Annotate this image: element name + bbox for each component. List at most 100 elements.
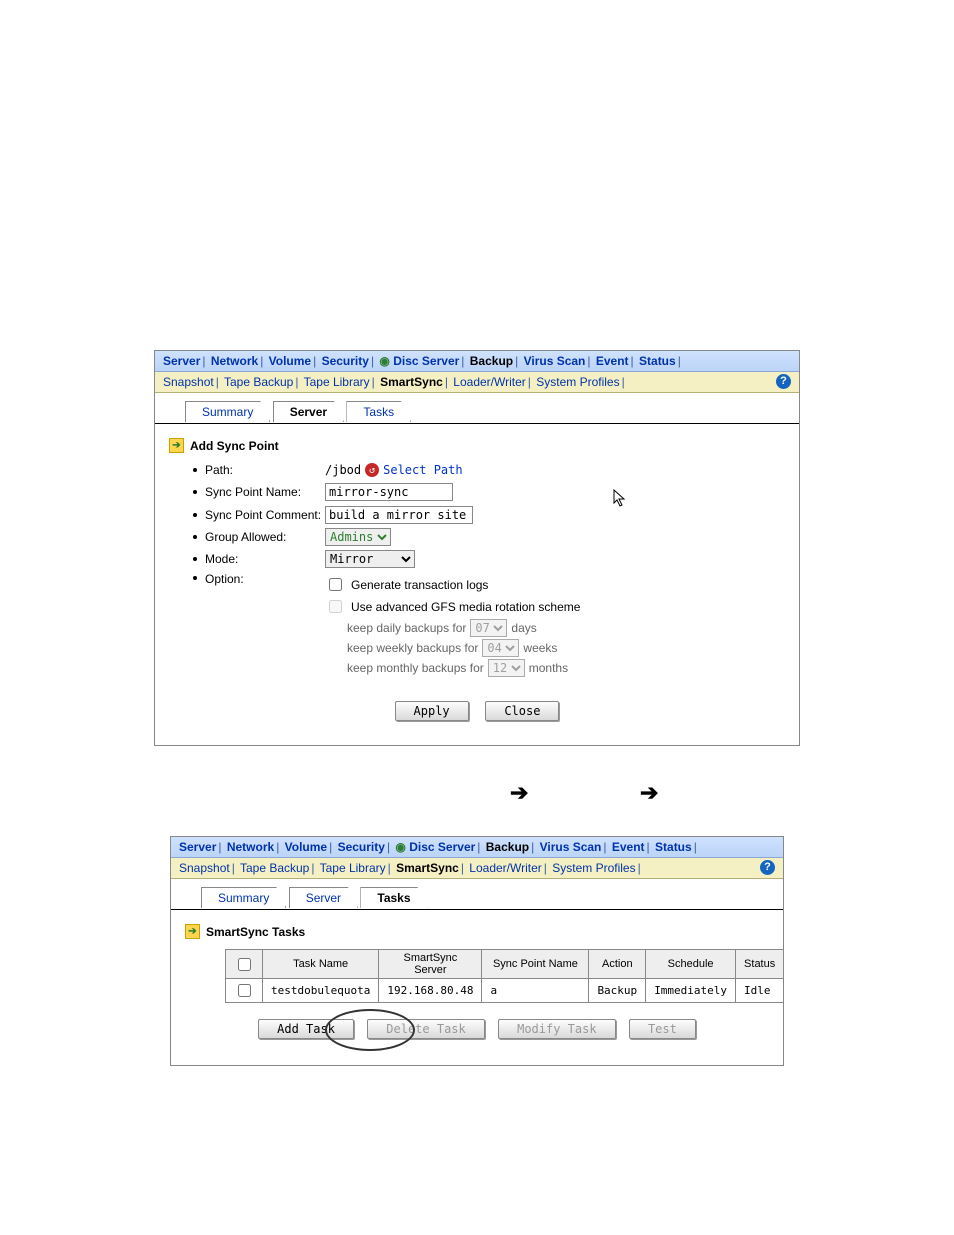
nav-virusscan[interactable]: Virus Scan — [524, 354, 586, 368]
col-action: Action — [589, 950, 646, 979]
main-nav: Server| Network| Volume| Security| ◉ Dis… — [171, 837, 783, 858]
nav-status[interactable]: Status — [655, 840, 692, 854]
col-status: Status — [736, 950, 784, 979]
tasks-table: Task Name SmartSync Server Sync Point Na… — [225, 949, 784, 1003]
subnav-systemprofiles[interactable]: System Profiles — [552, 861, 635, 875]
subnav-smartsync[interactable]: SmartSync — [396, 861, 459, 875]
tab-row: Summary Server Tasks — [155, 393, 799, 424]
nav-backup[interactable]: Backup — [486, 840, 529, 854]
nav-event[interactable]: Event — [596, 354, 629, 368]
nav-volume[interactable]: Volume — [285, 840, 327, 854]
nav-discserver[interactable]: Disc Server — [409, 840, 475, 854]
cell-schedule: Immediately — [646, 979, 736, 1003]
nav-volume[interactable]: Volume — [269, 354, 311, 368]
sub-nav: Snapshot| Tape Backup| Tape Library| Sma… — [171, 858, 783, 879]
sub-nav: Snapshot| Tape Backup| Tape Library| Sma… — [155, 372, 799, 393]
path-value: /jbod — [325, 463, 361, 477]
tab-server[interactable]: Server — [289, 887, 358, 908]
tab-server[interactable]: Server — [273, 401, 344, 422]
tab-row: Summary Server Tasks — [171, 879, 783, 910]
keep-monthly-select[interactable]: 12 — [488, 659, 525, 677]
syncpointname-label: Sync Point Name: — [205, 485, 325, 499]
subnav-tapebackup[interactable]: Tape Backup — [240, 861, 309, 875]
delete-task-button[interactable]: Delete Task — [367, 1019, 484, 1039]
tab-summary[interactable]: Summary — [201, 887, 286, 908]
col-server: SmartSync Server — [379, 950, 482, 979]
section-title: ➔ Add Sync Point — [169, 438, 785, 453]
test-button[interactable]: Test — [629, 1019, 696, 1039]
gfs-label: Use advanced GFS media rotation scheme — [351, 600, 580, 614]
subnav-loaderwriter[interactable]: Loader/Writer — [453, 375, 525, 389]
nav-backup[interactable]: Backup — [470, 354, 513, 368]
help-icon[interactable]: ? — [760, 860, 775, 875]
table-row[interactable]: testdobulequota 192.168.80.48 a Backup I… — [226, 979, 784, 1003]
subnav-tapebackup[interactable]: Tape Backup — [224, 375, 293, 389]
subnav-systemprofiles[interactable]: System Profiles — [536, 375, 619, 389]
arrow-icon: ➔ — [640, 780, 658, 806]
screenshot-smartsync-tasks: Server| Network| Volume| Security| ◉ Dis… — [170, 836, 784, 1066]
comment-input[interactable] — [325, 506, 473, 524]
keep-weekly-label: keep weekly backups for — [347, 641, 478, 655]
cell-syncpoint: a — [482, 979, 589, 1003]
row-checkbox[interactable] — [238, 984, 251, 997]
subnav-smartsync[interactable]: SmartSync — [380, 375, 443, 389]
nav-network[interactable]: Network — [227, 840, 274, 854]
subnav-tapelibrary[interactable]: Tape Library — [304, 375, 370, 389]
mode-label: Mode: — [205, 552, 325, 566]
cursor-icon — [613, 489, 627, 510]
keep-monthly-label: keep monthly backups for — [347, 661, 484, 675]
arrow-icon: ➔ — [510, 780, 528, 806]
add-task-button[interactable]: Add Task — [258, 1019, 354, 1039]
nav-virusscan[interactable]: Virus Scan — [540, 840, 602, 854]
syncpointname-input[interactable] — [325, 483, 453, 501]
select-path-link[interactable]: Select Path — [383, 463, 462, 477]
cell-taskname: testdobulequota — [263, 979, 379, 1003]
disc-icon: ◉ — [395, 840, 405, 854]
tab-tasks[interactable]: Tasks — [346, 401, 411, 422]
arrow-icon: ➔ — [169, 438, 184, 453]
cell-action: Backup — [589, 979, 646, 1003]
keep-daily-label: keep daily backups for — [347, 621, 466, 635]
group-label: Group Allowed: — [205, 530, 325, 544]
subnav-tapelibrary[interactable]: Tape Library — [320, 861, 386, 875]
keep-daily-select[interactable]: 07 — [470, 619, 507, 637]
main-nav: Server| Network| Volume| Security| ◉ Dis… — [155, 351, 799, 372]
tab-tasks[interactable]: Tasks — [360, 887, 427, 908]
col-taskname: Task Name — [263, 950, 379, 979]
nav-discserver[interactable]: Disc Server — [393, 354, 459, 368]
gen-logs-checkbox[interactable] — [329, 578, 342, 591]
mode-select[interactable]: Mirror — [325, 550, 415, 568]
keep-weekly-select[interactable]: 04 — [482, 639, 519, 657]
help-icon[interactable]: ? — [776, 374, 791, 389]
subnav-loaderwriter[interactable]: Loader/Writer — [469, 861, 541, 875]
nav-event[interactable]: Event — [612, 840, 645, 854]
subnav-snapshot[interactable]: Snapshot — [163, 375, 214, 389]
select-path-icon[interactable]: ↺ — [365, 463, 379, 477]
close-button[interactable]: Close — [485, 701, 559, 721]
nav-security[interactable]: Security — [322, 354, 369, 368]
subnav-snapshot[interactable]: Snapshot — [179, 861, 230, 875]
nav-server[interactable]: Server — [163, 354, 200, 368]
nav-server[interactable]: Server — [179, 840, 216, 854]
cell-server: 192.168.80.48 — [379, 979, 482, 1003]
path-label: Path: — [205, 463, 325, 477]
col-syncpoint: Sync Point Name — [482, 950, 589, 979]
nav-network[interactable]: Network — [211, 354, 258, 368]
nav-status[interactable]: Status — [639, 354, 676, 368]
tab-summary[interactable]: Summary — [185, 401, 270, 422]
cell-status: Idle — [736, 979, 784, 1003]
screenshot-add-sync-point: Server| Network| Volume| Security| ◉ Dis… — [154, 350, 800, 746]
gfs-checkbox[interactable] — [329, 600, 342, 613]
section-title: ➔ SmartSync Tasks — [185, 924, 769, 939]
comment-label: Sync Point Comment: — [205, 508, 325, 522]
modify-task-button[interactable]: Modify Task — [498, 1019, 615, 1039]
disc-icon: ◉ — [379, 354, 389, 368]
nav-security[interactable]: Security — [338, 840, 385, 854]
option-label: Option: — [205, 572, 325, 586]
arrow-icon: ➔ — [185, 924, 200, 939]
group-select[interactable]: Admins — [325, 528, 391, 546]
apply-button[interactable]: Apply — [395, 701, 469, 721]
gen-logs-label: Generate transaction logs — [351, 578, 488, 592]
col-schedule: Schedule — [646, 950, 736, 979]
select-all-checkbox[interactable] — [238, 958, 251, 971]
